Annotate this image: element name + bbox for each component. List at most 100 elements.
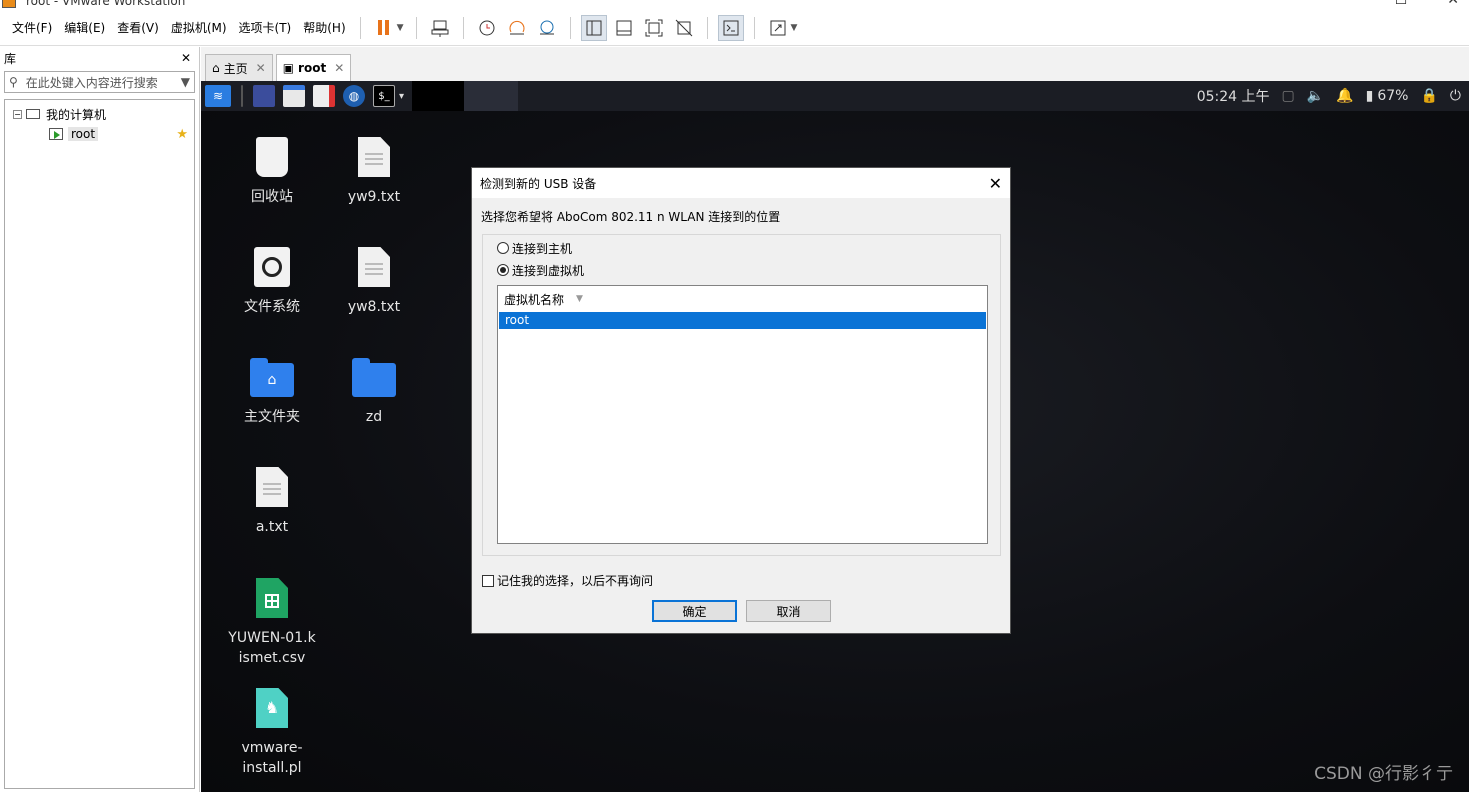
tab-root[interactable]: ▣ root ✕	[275, 54, 352, 81]
maximize-icon[interactable]: ☐	[1395, 0, 1408, 8]
revert-snapshot-icon[interactable]	[504, 15, 530, 41]
tab-bar: ⌂ 主页 ✕ ▣ root ✕	[201, 47, 1469, 81]
library-tree: − 我的计算机 root ★	[4, 99, 195, 789]
menu-edit[interactable]: 编辑(E)	[58, 10, 111, 46]
desktop-icon-trash[interactable]: 回收站	[227, 137, 317, 207]
terminal-dropdown-icon[interactable]: ▾	[399, 91, 404, 102]
file-manager-icon[interactable]	[283, 85, 305, 107]
menu-view[interactable]: 查看(V)	[111, 10, 165, 46]
sort-arrow-icon: ▼	[576, 294, 583, 304]
trash-icon	[256, 137, 288, 177]
power-icon[interactable]: ⏻	[1450, 88, 1461, 104]
desktop-icon-home[interactable]: ⌂ 主文件夹	[227, 358, 317, 427]
checkbox-label: 记住我的选择，以后不再询问	[497, 574, 654, 588]
vm-list[interactable]: 虚拟机名称 ▼ root	[497, 285, 988, 544]
tree-item-my-computer[interactable]: − 我的计算机	[5, 104, 194, 124]
radio-connect-vm[interactable]: 连接到虚拟机	[497, 261, 584, 279]
tree-item-label: 我的计算机	[46, 107, 107, 122]
toolbar-separator	[569, 16, 571, 39]
menu-tabs[interactable]: 选项卡(T)	[233, 10, 298, 46]
desktop-icon-a-txt[interactable]: a.txt	[227, 467, 317, 537]
toolbar-separator	[415, 16, 417, 39]
search-dropdown-icon[interactable]: ▼	[181, 75, 190, 89]
show-desktop-icon[interactable]	[253, 85, 275, 107]
desktop-icon-label: vmware-install.pl	[241, 740, 303, 776]
tab-close-icon[interactable]: ✕	[334, 61, 344, 75]
thumbnail-bar-icon[interactable]	[611, 15, 637, 41]
cancel-button[interactable]: 取消	[746, 600, 831, 622]
terminal-icon[interactable]: $_	[373, 85, 395, 107]
menu-vm[interactable]: 虚拟机(M)	[165, 10, 233, 46]
home-folder-icon: ⌂	[250, 358, 294, 397]
favorite-star-icon[interactable]: ★	[176, 127, 188, 142]
menu-file[interactable]: 文件(F)	[6, 10, 58, 46]
pause-icon[interactable]	[371, 15, 397, 41]
remember-choice-checkbox[interactable]: 记住我的选择，以后不再询问	[482, 572, 653, 589]
desktop-icon-yw8[interactable]: yw8.txt	[329, 247, 419, 317]
kali-menu-icon[interactable]: ≋	[205, 85, 231, 107]
toolbar-separator	[359, 16, 361, 39]
minimize-icon[interactable]: ─	[1346, 0, 1354, 8]
dialog-title-bar: 检测到新的 USB 设备 ✕	[472, 168, 1010, 198]
tree-item-vm-root[interactable]: root ★	[5, 124, 194, 144]
radio-button[interactable]	[497, 242, 509, 254]
library-title: 库	[4, 51, 17, 66]
desktop-icon-csv[interactable]: YUWEN-01.kismet.csv	[227, 578, 317, 668]
computer-icon	[26, 109, 40, 119]
tab-label: root	[298, 61, 327, 75]
list-item[interactable]: root	[499, 312, 986, 329]
folder-icon	[352, 358, 396, 397]
ok-button[interactable]: 确定	[652, 600, 737, 622]
vm-running-icon	[49, 128, 63, 140]
stretch-icon[interactable]	[765, 15, 791, 41]
show-library-icon[interactable]	[580, 14, 607, 41]
collapse-icon[interactable]: −	[13, 109, 22, 119]
volume-icon[interactable]: 🔈	[1307, 88, 1324, 104]
notification-bell-icon[interactable]: 🔔	[1336, 88, 1353, 104]
radio-button[interactable]	[497, 264, 509, 276]
desktop-icon-zd[interactable]: zd	[329, 358, 419, 427]
menu-help[interactable]: 帮助(H)	[297, 10, 351, 46]
tab-home[interactable]: ⌂ 主页 ✕	[205, 54, 273, 81]
snapshot-manager-icon[interactable]	[534, 15, 560, 41]
dialog-prompt: 选择您希望将 AboCom 802.11 n WLAN 连接到的位置	[481, 210, 781, 224]
menu-toolbar: 文件(F) 编辑(E) 查看(V) 虚拟机(M) 选项卡(T) 帮助(H) ▼ …	[0, 10, 1469, 46]
console-view-icon[interactable]	[717, 14, 744, 41]
checkbox[interactable]	[482, 574, 494, 587]
text-file-icon	[358, 247, 390, 287]
library-close-icon[interactable]: ✕	[181, 51, 191, 65]
close-window-icon[interactable]: ✕	[1447, 0, 1459, 8]
home-icon: ⌂	[212, 61, 220, 75]
desktop-icon-yw9[interactable]: yw9.txt	[329, 137, 419, 207]
watermark: CSDN @行影彳亍	[1314, 764, 1453, 784]
workspace-1[interactable]	[412, 81, 465, 111]
column-header-label: 虚拟机名称	[504, 292, 565, 307]
text-editor-icon[interactable]	[313, 85, 335, 107]
search-icon: ⚲	[9, 75, 18, 89]
full-screen-icon[interactable]	[641, 15, 667, 41]
list-column-header[interactable]: 虚拟机名称 ▼	[498, 286, 987, 312]
lock-icon[interactable]: 🔒	[1420, 88, 1437, 104]
battery-icon[interactable]: ▮	[1366, 88, 1374, 104]
text-file-icon	[358, 137, 390, 177]
desktop-icon-label: a.txt	[255, 519, 289, 535]
display-icon[interactable]: ▢	[1282, 88, 1295, 104]
web-browser-icon[interactable]: ◍	[343, 85, 365, 107]
snapshot-icon[interactable]	[474, 15, 500, 41]
unity-icon[interactable]	[671, 15, 697, 41]
dialog-close-icon[interactable]: ✕	[989, 174, 1002, 193]
library-pane: 库 ✕ ⚲ 在此处键入内容进行搜索 ▼ − 我的计算机 root ★	[0, 47, 200, 792]
window-title: root - VMware Workstation	[26, 0, 186, 8]
stretch-dropdown-icon[interactable]: ▼	[791, 23, 798, 33]
tab-close-icon[interactable]: ✕	[256, 61, 266, 75]
library-search-input[interactable]: ⚲ 在此处键入内容进行搜索 ▼	[4, 71, 195, 93]
desktop-icon-filesystem[interactable]: 文件系统	[227, 247, 317, 317]
desktop-icon-perl[interactable]: ♞ vmware-install.pl	[227, 688, 317, 778]
send-ctrl-alt-del-icon[interactable]	[427, 15, 453, 41]
pause-dropdown-icon[interactable]: ▼	[397, 23, 404, 33]
vm-tab-icon: ▣	[282, 61, 295, 75]
radio-connect-host[interactable]: 连接到主机	[497, 239, 572, 257]
panel-clock[interactable]: 05:24 上午	[1197, 86, 1270, 106]
workspace-2[interactable]	[464, 81, 519, 111]
dialog-title: 检测到新的 USB 设备	[480, 176, 597, 191]
